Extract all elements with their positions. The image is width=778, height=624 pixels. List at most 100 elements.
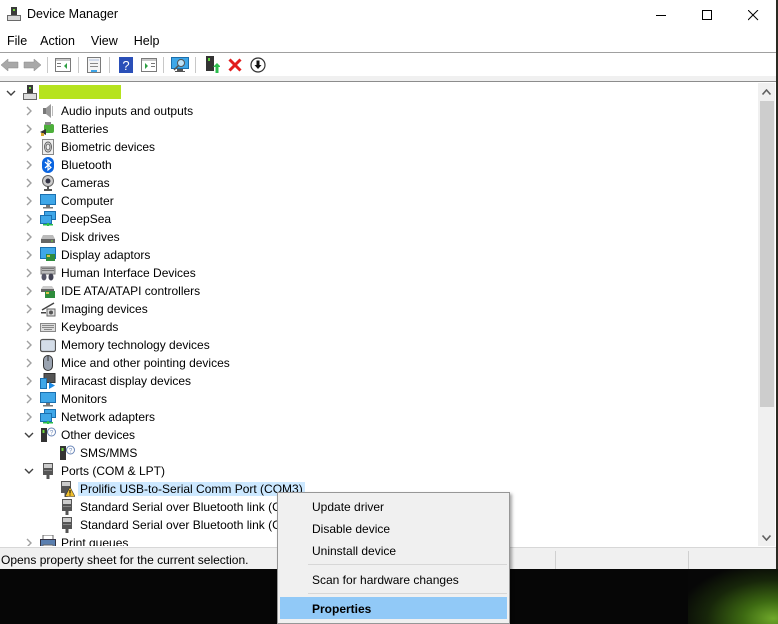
context-menu-properties[interactable]: Properties [280, 597, 507, 619]
chevron-down-icon[interactable] [6, 87, 16, 99]
back-button[interactable] [0, 55, 20, 75]
tree-category-miracast-display-devices[interactable]: Miracast display devices [0, 372, 740, 390]
chevron-right-icon[interactable] [24, 303, 34, 315]
battery-icon [40, 121, 56, 137]
vertical-scrollbar[interactable] [758, 83, 775, 546]
uninstall-x-icon [228, 58, 242, 72]
tree-category-ide-ata-atapi-controllers[interactable]: IDE ATA/ATAPI controllers [0, 282, 740, 300]
chevron-right-icon[interactable] [24, 285, 34, 297]
show-hide-console-tree-button[interactable] [53, 55, 73, 75]
disk-drive-icon [41, 235, 55, 243]
chevron-right-icon[interactable] [24, 123, 34, 135]
tree-category-mice-and-other-pointing-devices[interactable]: Mice and other pointing devices [0, 354, 740, 372]
tree-category-network-adapters[interactable]: Network adapters [0, 408, 740, 426]
action-pane-icon [141, 58, 157, 72]
show-hide-action-pane-button[interactable] [139, 55, 159, 75]
chevron-right-icon[interactable] [24, 375, 34, 387]
monitor-icon [40, 391, 56, 407]
chevron-right-icon[interactable] [24, 339, 34, 351]
imaging-device-icon [40, 301, 56, 317]
miracast-icon [40, 373, 56, 389]
tree-category-audio-inputs-and-outputs[interactable]: Audio inputs and outputs [0, 102, 740, 120]
context-menu-disable-device[interactable]: Disable device [280, 517, 507, 539]
help-button[interactable]: ? [116, 55, 136, 75]
close-button[interactable] [730, 0, 776, 30]
device-manager-icon [7, 7, 21, 21]
tree-category-other-devices[interactable]: ? Other devices [0, 426, 740, 444]
maximize-button[interactable] [684, 0, 730, 30]
chevron-right-icon[interactable] [24, 411, 34, 423]
context-menu-uninstall-device[interactable]: Uninstall device [280, 539, 507, 561]
svg-text:?: ? [50, 430, 54, 437]
battery-icon [40, 122, 54, 136]
svg-text:?: ? [69, 448, 73, 455]
forward-button[interactable] [22, 55, 42, 75]
tree-item-label: IDE ATA/ATAPI controllers [61, 284, 201, 298]
tree-item-label: Imaging devices [61, 302, 148, 316]
tree-category-biometric-devices[interactable]: Biometric devices [0, 138, 740, 156]
chevron-right-icon[interactable] [24, 141, 34, 153]
chevron-right-icon[interactable] [24, 195, 34, 207]
tree-category-disk-drives[interactable]: Disk drives [0, 228, 740, 246]
scroll-up-button[interactable] [758, 83, 775, 100]
hid-icon [40, 265, 56, 281]
memory-device-icon [39, 338, 57, 353]
context-menu-update-driver[interactable]: Update driver [280, 495, 507, 517]
uninstall-device-button[interactable] [225, 55, 245, 75]
scrollbar-thumb[interactable] [760, 101, 774, 407]
bluetooth-icon [40, 157, 56, 173]
tree-root-computer[interactable] [0, 84, 740, 102]
chevron-right-icon[interactable] [24, 357, 34, 369]
toolbar-separator [163, 57, 164, 73]
tree-category-human-interface-devices[interactable]: Human Interface Devices [0, 264, 740, 282]
tree-category-batteries[interactable]: Batteries [0, 120, 740, 138]
tree-category-cameras[interactable]: Cameras [0, 174, 740, 192]
chevron-right-icon[interactable] [24, 249, 34, 261]
properties-button[interactable] [84, 55, 104, 75]
chevron-right-icon[interactable] [24, 213, 34, 225]
tree-category-imaging-devices[interactable]: Imaging devices [0, 300, 740, 318]
tree-category-keyboards[interactable]: Keyboards [0, 318, 740, 336]
tree-item-label: Display adaptors [61, 248, 151, 262]
chevron-right-icon[interactable] [24, 177, 34, 189]
chevron-right-icon[interactable] [24, 105, 34, 117]
context-menu-scan-hardware[interactable]: Scan for hardware changes [280, 568, 507, 590]
chevron-right-icon[interactable] [24, 321, 34, 333]
chevron-right-icon[interactable] [24, 267, 34, 279]
toolbar-separator [47, 57, 48, 73]
menu-help[interactable]: Help [125, 30, 167, 52]
tree-category-deepsea[interactable]: DeepSea [0, 210, 740, 228]
scroll-down-button[interactable] [758, 529, 775, 546]
disable-device-button[interactable] [248, 55, 268, 75]
speaker-icon [43, 104, 53, 118]
tree-category-display-adaptors[interactable]: Display adaptors [0, 246, 740, 264]
update-driver-button[interactable] [202, 55, 222, 75]
menu-view[interactable]: View [82, 30, 125, 52]
chevron-right-icon[interactable] [24, 159, 34, 171]
tree-category-bluetooth[interactable]: Bluetooth [0, 156, 740, 174]
mouse-icon [43, 355, 53, 371]
menu-action[interactable]: Action [34, 30, 82, 52]
tree-category-ports-com-lpt[interactable]: Ports (COM & LPT) [0, 462, 740, 480]
tree-category-computer[interactable]: Computer [0, 192, 740, 210]
chevron-down-icon[interactable] [24, 465, 34, 477]
scan-hardware-changes-button[interactable] [170, 55, 190, 75]
tree-category-monitors[interactable]: Monitors [0, 390, 740, 408]
chevron-right-icon[interactable] [24, 393, 34, 405]
ide-controller-icon [41, 286, 55, 298]
tree-item-label: Prolific USB-to-Serial Comm Port (COM3) [78, 482, 305, 496]
toolbar-separator [109, 57, 110, 73]
tree-device[interactable]: ? SMS/MMS [0, 444, 740, 462]
window-title: Device Manager [27, 7, 119, 21]
tree-item-label: Ports (COM & LPT) [61, 464, 166, 478]
chevron-right-icon[interactable] [24, 231, 34, 243]
chevron-right-icon[interactable] [24, 537, 34, 546]
minimize-button[interactable] [638, 0, 684, 30]
update-driver-icon [206, 56, 220, 73]
tree-item-label: Computer [61, 194, 114, 208]
menu-file[interactable]: File [0, 30, 34, 52]
close-icon [747, 9, 758, 20]
speaker-icon [40, 103, 56, 119]
chevron-down-icon[interactable] [24, 429, 34, 441]
tree-category-memory-technology-devices[interactable]: Memory technology devices [0, 336, 740, 354]
